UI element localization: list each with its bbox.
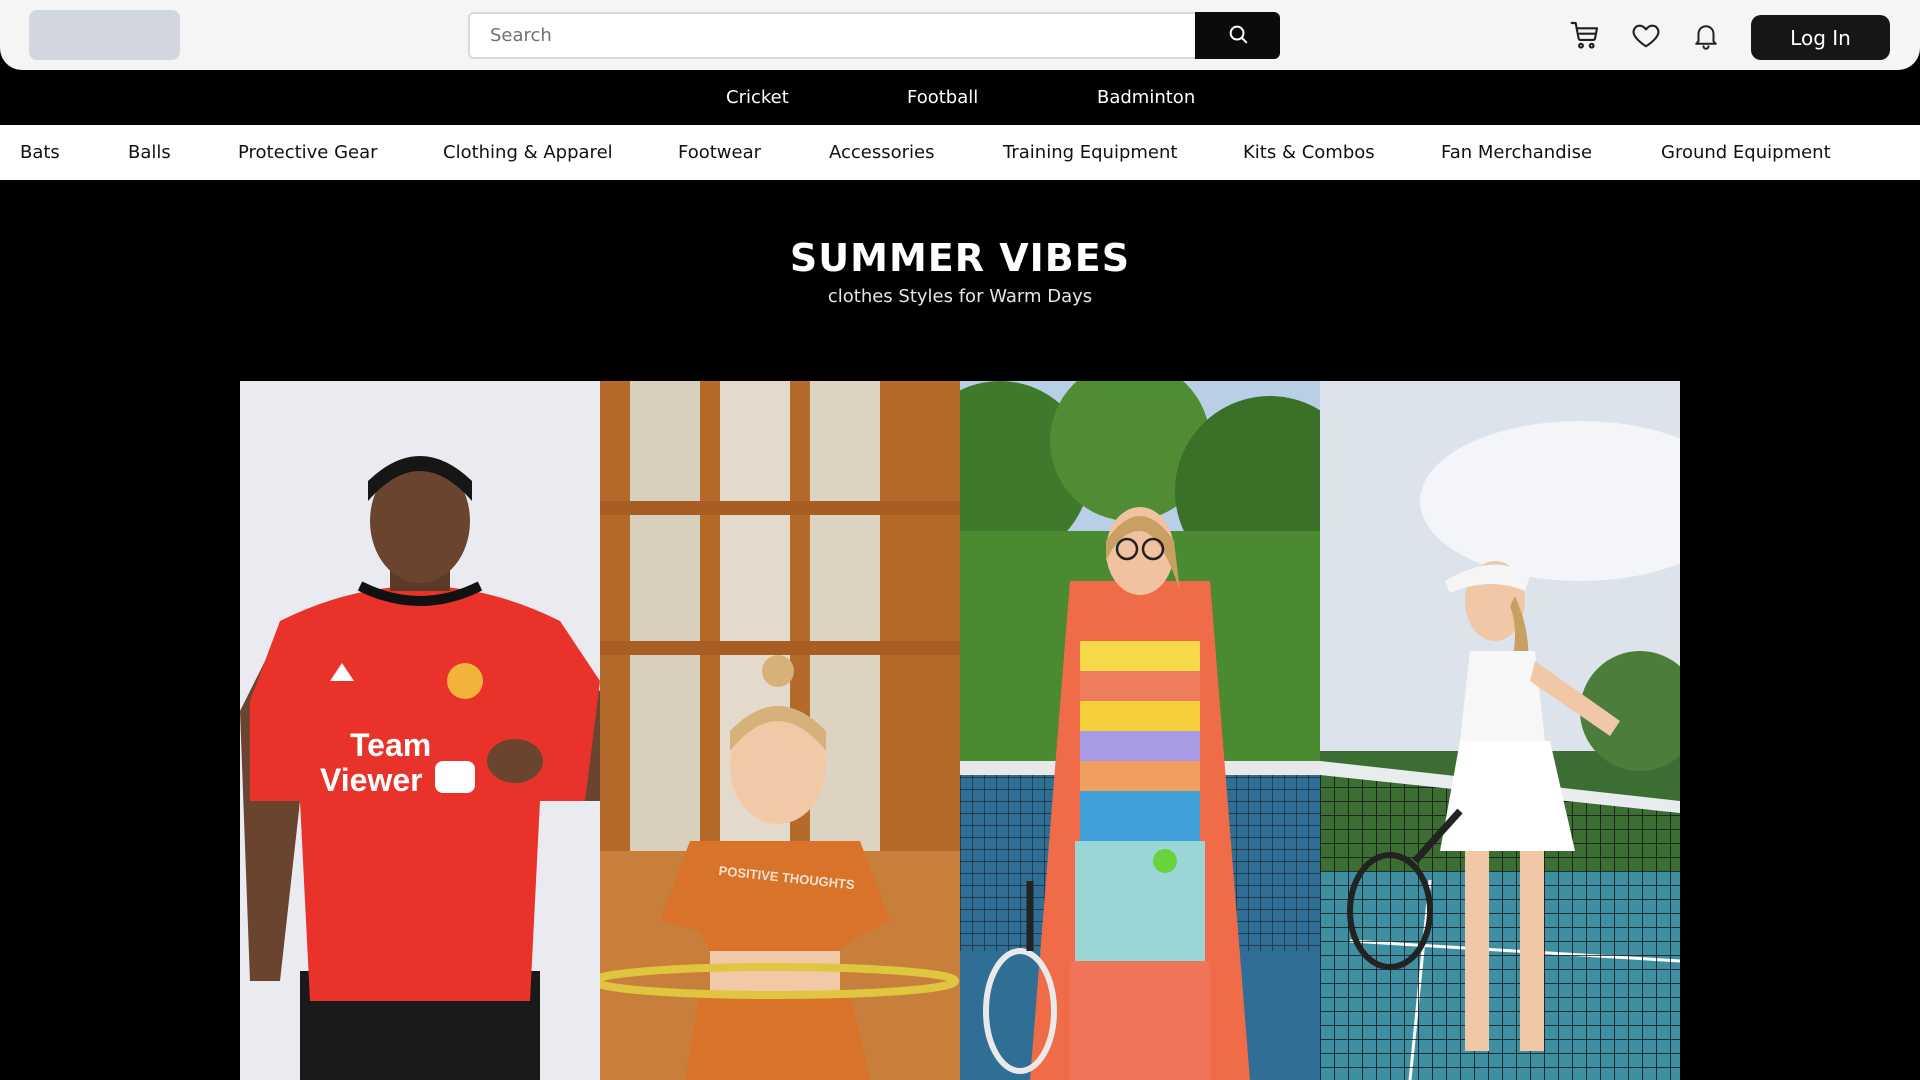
- search-input[interactable]: [468, 12, 1195, 59]
- gallery-photo-hula-hoop[interactable]: POSITIVE THOUGHTS: [600, 381, 960, 1080]
- search-icon: [1227, 23, 1249, 48]
- gallery-photo-rainbow-dress[interactable]: [960, 381, 1320, 1080]
- cart-icon[interactable]: [1568, 18, 1602, 52]
- category-item-balls[interactable]: Balls: [128, 125, 171, 180]
- gallery-photo-tennis-net[interactable]: [1320, 381, 1680, 1080]
- sport-nav-item-cricket[interactable]: Cricket: [726, 70, 789, 125]
- jersey-text-viewer: Viewer: [320, 762, 423, 798]
- category-item-bats[interactable]: Bats: [20, 125, 60, 180]
- sport-nav: Cricket Football Badminton: [0, 70, 1920, 125]
- sport-nav-item-badminton[interactable]: Badminton: [1097, 70, 1195, 125]
- sport-nav-item-football[interactable]: Football: [907, 70, 978, 125]
- search-button[interactable]: [1195, 12, 1280, 59]
- jersey-text-team: Team: [350, 727, 431, 763]
- category-item-training-equipment[interactable]: Training Equipment: [1003, 125, 1177, 180]
- category-item-accessories[interactable]: Accessories: [829, 125, 935, 180]
- photo-gallery: Team Viewer POSITIVE THOUGHTS: [240, 381, 1680, 1080]
- category-item-fan-merchandise[interactable]: Fan Merchandise: [1441, 125, 1592, 180]
- category-nav: Bats Balls Protective Gear Clothing & Ap…: [0, 125, 1920, 180]
- category-item-ground-equipment[interactable]: Ground Equipment: [1661, 125, 1831, 180]
- gallery-photo-football-jersey[interactable]: Team Viewer: [240, 381, 600, 1080]
- category-item-kits-combos[interactable]: Kits & Combos: [1243, 125, 1375, 180]
- heart-icon[interactable]: [1629, 18, 1663, 52]
- search-bar: [468, 12, 1280, 59]
- category-item-footwear[interactable]: Footwear: [678, 125, 761, 180]
- category-item-clothing-apparel[interactable]: Clothing & Apparel: [443, 125, 613, 180]
- login-button[interactable]: Log In: [1751, 15, 1890, 60]
- top-header: Log In: [0, 0, 1920, 70]
- category-item-protective-gear[interactable]: Protective Gear: [238, 125, 378, 180]
- logo-placeholder[interactable]: [29, 10, 180, 60]
- hero-title: SUMMER VIBES: [789, 236, 1131, 280]
- hero-subtitle: clothes Styles for Warm Days: [827, 286, 1093, 307]
- bell-icon[interactable]: [1689, 18, 1723, 52]
